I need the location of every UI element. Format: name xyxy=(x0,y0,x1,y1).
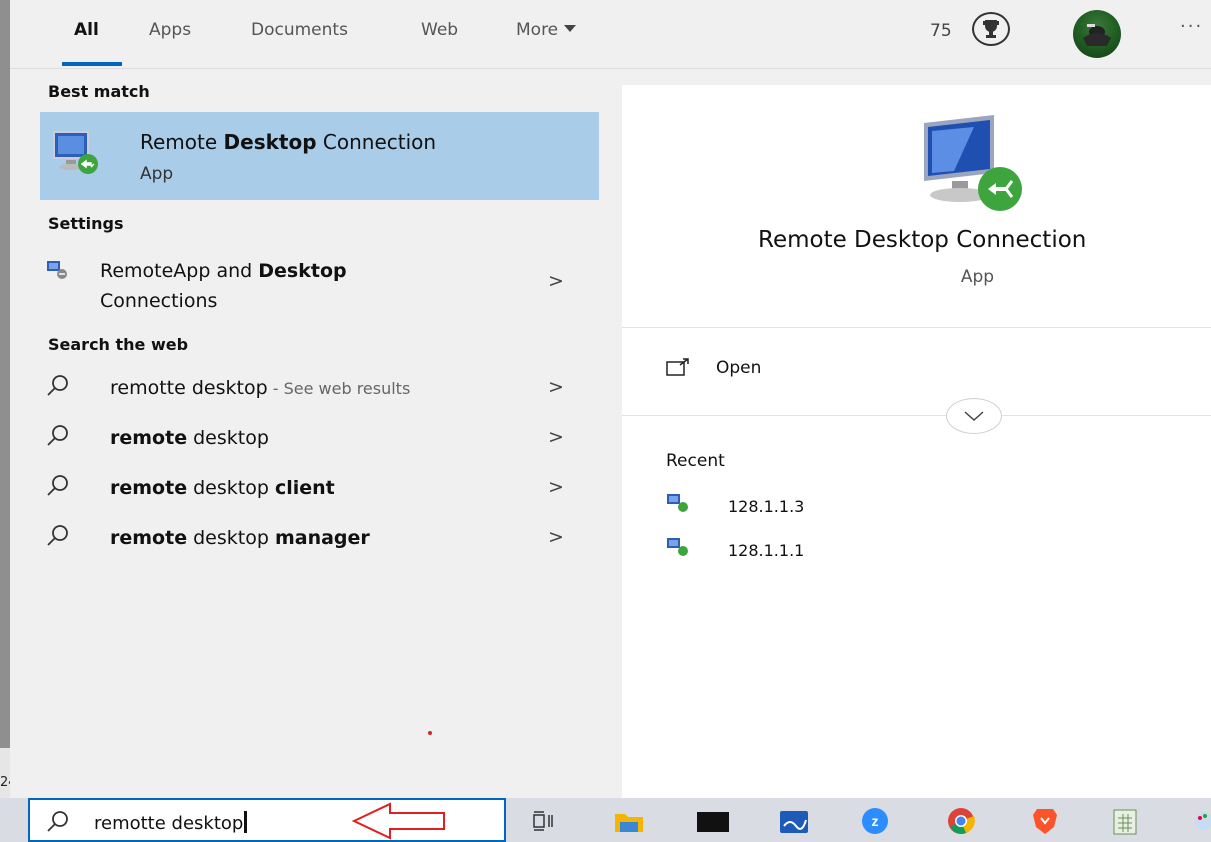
web-result-text: remotte desktop xyxy=(110,377,268,399)
search-icon xyxy=(46,374,70,402)
brave-icon[interactable] xyxy=(1028,806,1062,836)
tab-documents[interactable]: Documents xyxy=(251,20,348,40)
window-edge-strip xyxy=(0,0,10,842)
result-detail-pane: Remote Desktop Connection App Open Recen… xyxy=(622,85,1211,798)
task-view-icon[interactable] xyxy=(528,806,562,836)
web-result-bold: remote xyxy=(110,527,188,549)
chrome-icon[interactable] xyxy=(944,806,978,836)
settings-line1-bold: Desktop xyxy=(258,260,347,282)
best-match-title: Remote Desktop Connection xyxy=(140,130,436,154)
spreadsheet-icon[interactable] xyxy=(1108,806,1142,836)
web-result-bold2: manager xyxy=(274,527,370,549)
taskbar-search-box[interactable]: remotte desktop xyxy=(28,798,506,842)
recent-item-label: 128.1.1.1 xyxy=(728,541,805,560)
open-action[interactable]: Open xyxy=(666,355,966,387)
search-icon xyxy=(46,524,70,552)
tab-all[interactable]: All xyxy=(74,20,99,40)
active-tab-indicator xyxy=(62,62,122,66)
settings-result-remoteapp[interactable]: RemoteApp and Desktop Connections > xyxy=(40,256,599,312)
recent-item-label: 128.1.1.3 xyxy=(728,497,805,516)
web-result-hint: - See web results xyxy=(267,379,411,398)
best-match-title-post: Connection xyxy=(316,130,437,154)
search-scope-tabs: All Apps Documents Web More 75 ··· xyxy=(10,0,1211,69)
best-match-title-pre: Remote xyxy=(140,130,224,154)
chevron-right-icon: > xyxy=(548,426,564,448)
avatar[interactable] xyxy=(1073,10,1121,58)
web-result-bold: remote xyxy=(110,427,188,449)
trophy-icon[interactable] xyxy=(972,12,1010,46)
divider xyxy=(622,415,1211,416)
search-input[interactable]: remotte desktop xyxy=(94,811,248,834)
open-label: Open xyxy=(716,358,762,378)
chevron-right-icon: > xyxy=(548,476,564,498)
web-result-bold2: client xyxy=(274,477,335,499)
web-result-bold: remote xyxy=(110,477,188,499)
web-result-text: desktop xyxy=(187,427,269,449)
zoom-icon[interactable]: z xyxy=(858,806,892,836)
annotation-arrow-icon xyxy=(351,802,445,840)
caret-down-icon xyxy=(564,25,577,32)
rewards-points: 75 xyxy=(930,21,952,41)
more-options-button[interactable]: ··· xyxy=(1180,16,1203,37)
annotation-dot xyxy=(428,731,432,735)
web-result-0[interactable]: remotte desktop - See web results > xyxy=(40,368,599,414)
tab-more[interactable]: More xyxy=(516,20,577,40)
best-match-result[interactable]: Remote Desktop Connection App xyxy=(40,112,599,200)
search-web-heading: Search the web xyxy=(48,335,189,354)
open-icon xyxy=(666,357,692,383)
svg-text:z: z xyxy=(872,813,879,829)
web-result-2[interactable]: remote desktop client > xyxy=(40,468,599,514)
web-result-label: remote desktop manager xyxy=(110,527,370,549)
settings-line2: Connections xyxy=(100,290,218,312)
remote-desktop-large-icon xyxy=(914,113,1034,227)
web-result-text: desktop xyxy=(187,527,275,549)
paint-icon[interactable] xyxy=(1188,806,1211,836)
recent-item[interactable]: 128.1.1.1 xyxy=(666,537,966,567)
tab-more-label: More xyxy=(516,20,559,40)
search-icon xyxy=(46,424,70,452)
remote-desktop-icon xyxy=(52,130,100,180)
whiteboard-icon[interactable] xyxy=(778,806,812,836)
chevron-right-icon: > xyxy=(548,376,564,398)
search-icon xyxy=(46,810,70,838)
best-match-title-bold: Desktop xyxy=(223,130,317,154)
remote-desktop-icon xyxy=(666,493,690,519)
web-result-1[interactable]: remote desktop > xyxy=(40,418,599,464)
tab-apps[interactable]: Apps xyxy=(149,20,191,40)
best-match-subtitle: App xyxy=(140,164,174,184)
remote-desktop-icon xyxy=(666,537,690,563)
web-result-3[interactable]: remote desktop manager > xyxy=(40,518,599,564)
recent-heading: Recent xyxy=(666,451,725,471)
settings-result-label: RemoteApp and Desktop Connections xyxy=(100,256,347,316)
web-result-label: remote desktop client xyxy=(110,477,335,499)
detail-subtitle: App xyxy=(960,267,995,287)
detail-title: Remote Desktop Connection xyxy=(758,227,1087,253)
settings-line1-pre: RemoteApp and xyxy=(100,260,259,282)
start-search-panel: All Apps Documents Web More 75 ··· Best … xyxy=(10,0,1211,798)
chevron-right-icon: > xyxy=(548,526,564,548)
file-explorer-icon[interactable] xyxy=(612,806,646,836)
terminal-icon[interactable] xyxy=(696,806,730,836)
text-cursor xyxy=(244,811,248,833)
settings-heading: Settings xyxy=(48,214,124,233)
remoteapp-icon xyxy=(46,260,68,284)
web-result-text: desktop xyxy=(187,477,275,499)
tab-web[interactable]: Web xyxy=(421,20,458,40)
chevron-right-icon: > xyxy=(548,270,564,292)
search-input-value: remotte desktop xyxy=(94,813,244,834)
web-result-label: remotte desktop - See web results xyxy=(110,377,410,399)
search-icon xyxy=(46,474,70,502)
divider xyxy=(622,327,1211,328)
expand-button[interactable] xyxy=(946,398,1002,434)
web-result-label: remote desktop xyxy=(110,427,269,449)
recent-item[interactable]: 128.1.1.3 xyxy=(666,493,966,523)
best-match-heading: Best match xyxy=(48,82,150,101)
